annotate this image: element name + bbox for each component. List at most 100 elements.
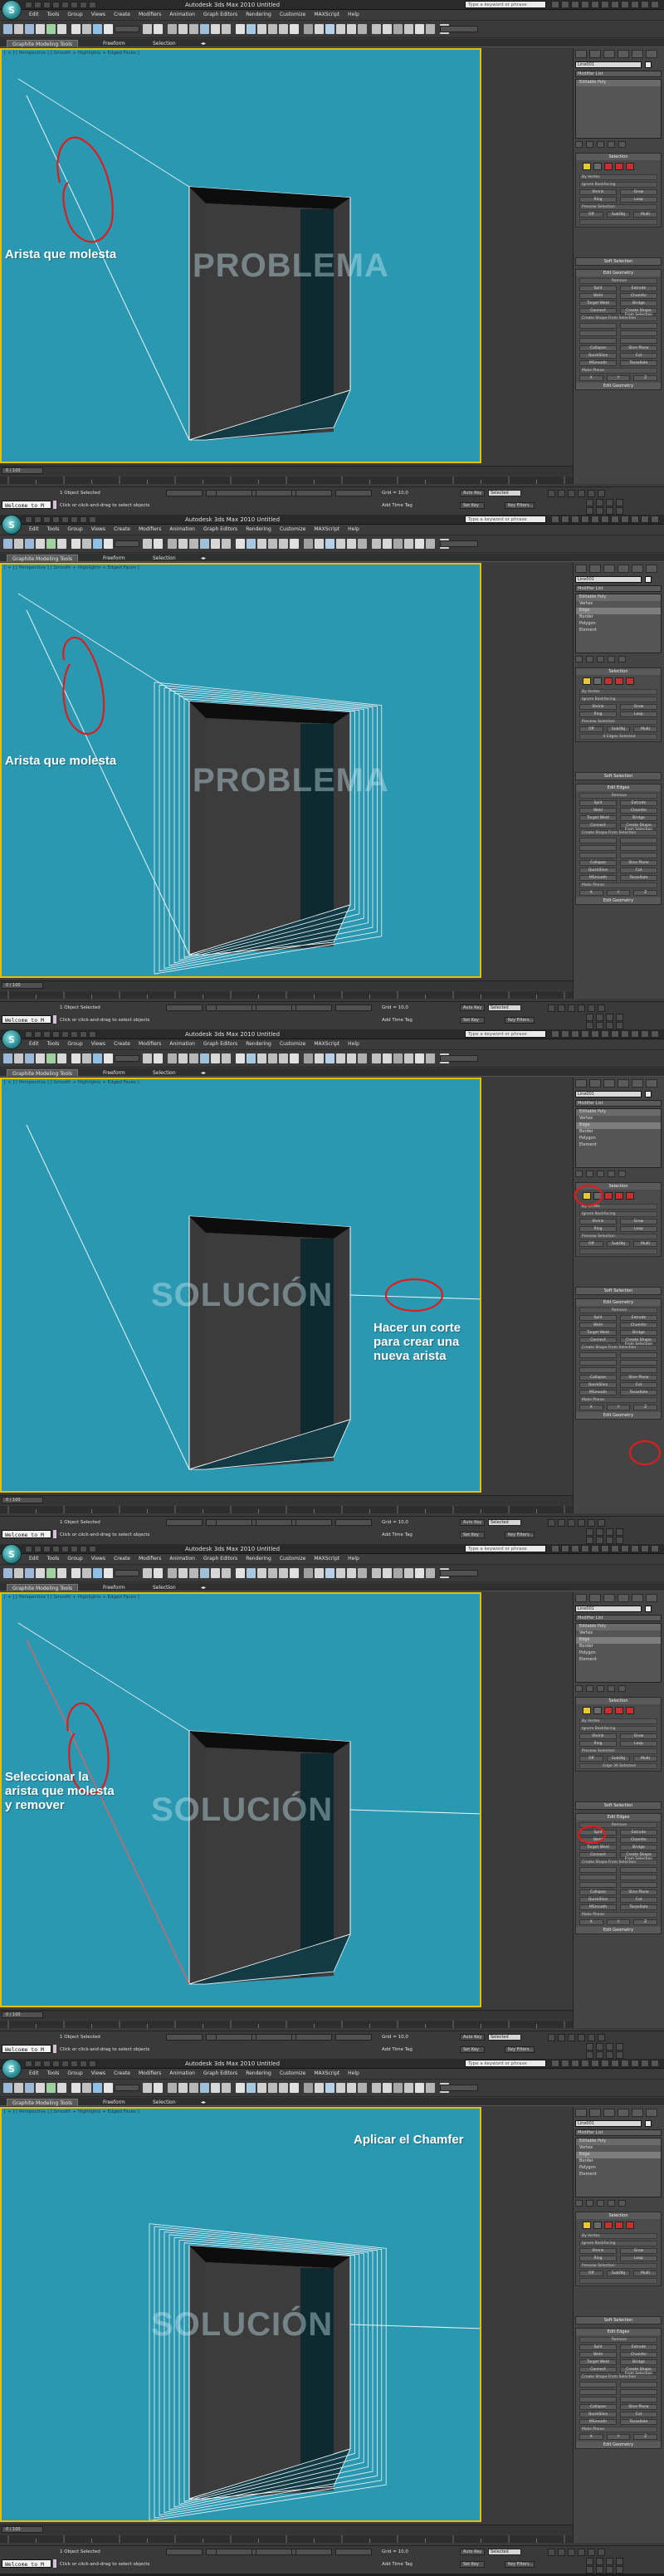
toolbar-icon[interactable] [168,2083,177,2093]
ring-button[interactable]: Ring [579,711,617,717]
viewport-nav-icon[interactable] [606,499,613,506]
edit-button[interactable]: Weld [579,293,617,299]
spinner-field[interactable] [620,845,657,851]
toolbar-icon[interactable] [93,24,102,34]
selection-option[interactable]: Ignore Backfacing [579,697,657,702]
menu-item[interactable]: Customize [276,2069,310,2076]
toolbar-icon[interactable] [82,24,91,34]
stack-tool-icon[interactable] [608,1171,615,1177]
toolbar-icon[interactable] [247,539,256,549]
spinner-field[interactable] [579,845,617,851]
viewport-nav-icon[interactable] [616,2566,623,2574]
toolbar-icon[interactable] [154,1568,163,1578]
playback-icon[interactable] [558,2034,565,2041]
maxscript-listener[interactable]: Welcome to M [2,2045,51,2053]
infocenter-icon[interactable] [611,516,619,523]
stack-tool-icon[interactable] [618,656,626,662]
preview-option[interactable]: SubObj [606,212,631,218]
infocenter-icon[interactable] [561,2060,569,2067]
named-selection-dropdown[interactable] [440,540,478,547]
selection-option[interactable]: Ignore Backfacing [579,2241,657,2246]
menu-item[interactable]: Modifiers [134,525,165,532]
insert-vertex-label[interactable]: Remove [579,1822,657,1828]
edit-button[interactable]: Bridge [620,1845,657,1850]
viewport-nav-icon[interactable] [586,2051,593,2059]
axis-button[interactable]: X [579,375,603,381]
toolbar-icon[interactable] [36,2083,45,2093]
selection-option[interactable]: By Vertex [579,1718,657,1724]
object-name-field[interactable]: Line001 [575,1606,642,1612]
tessellate-button[interactable]: Tessellate [620,875,657,881]
selection-filter-dropdown[interactable] [115,1055,139,1062]
listener-output[interactable] [53,501,56,509]
toolbar-icon[interactable] [426,2083,435,2093]
key-mode-dropdown[interactable]: Selected [488,2034,521,2041]
stack-item[interactable]: Element [576,628,661,634]
menu-item[interactable]: Help [344,2069,364,2076]
auto-key-button[interactable]: Auto Key [460,1004,485,1011]
toolbar-icon[interactable] [189,2083,198,2093]
ribbon-toggle-icon[interactable]: ◂▸ [196,1584,211,1591]
playback-icon[interactable] [578,2034,585,2041]
subobject-icon[interactable] [626,2222,634,2229]
transform-field[interactable] [256,490,292,496]
infocenter-icon[interactable] [621,1,629,8]
object-name-field[interactable]: Line001 [575,2120,642,2127]
axis-button[interactable]: Y [606,1919,631,1925]
menu-item[interactable]: Tools [43,10,64,17]
panel-tab-icon[interactable] [603,1594,615,1602]
toolbar-icon[interactable] [200,1053,209,1063]
panel-tab-icon[interactable] [575,2109,587,2117]
toolbar-icon[interactable] [393,539,403,549]
transform-field[interactable] [166,2549,203,2555]
stack-tool-icon[interactable] [608,141,615,148]
toolbar-icon[interactable] [315,24,324,34]
viewport-nav-icon[interactable] [596,507,603,515]
infocenter-icon[interactable] [551,1030,559,1038]
toolbar-icon[interactable] [36,1053,45,1063]
panel-tab-icon[interactable] [589,50,601,58]
panel-tab-icon[interactable] [632,1079,643,1088]
menu-item[interactable]: Views [87,1039,110,1047]
modifier-list-dropdown[interactable]: Modifier List [575,1100,662,1107]
shrink-button[interactable]: Shrink [579,189,617,195]
named-selection-dropdown[interactable] [440,1570,478,1576]
stack-tool-icon[interactable] [608,2200,615,2207]
insert-vertex-label[interactable]: Remove [579,793,657,799]
axis-button[interactable]: Y [606,375,631,381]
menu-item[interactable]: Edit [25,1039,43,1047]
infocenter-icon[interactable] [641,516,649,523]
slice-plane-button[interactable]: Slice Plane [620,860,657,866]
toolbar-icon[interactable] [14,24,23,34]
infocenter-icon[interactable] [651,1545,659,1552]
transform-field[interactable] [166,1519,203,1526]
rollout-title[interactable]: Edit Geometry [576,1412,661,1419]
toolbar-icon[interactable] [336,24,345,34]
edit-button[interactable]: Target Weld [579,1845,617,1850]
toolbar-icon[interactable] [211,539,220,549]
ribbon-toggle-icon[interactable]: ◂▸ [196,1069,211,1077]
spinner-field[interactable] [579,2397,617,2402]
toolbar-icon[interactable] [426,1568,435,1578]
viewport-nav-icon[interactable] [586,1528,593,1536]
stack-item[interactable]: Polygon [576,2165,661,2172]
toolbar-icon[interactable] [325,24,334,34]
panel-tab-icon[interactable] [603,565,615,573]
stack-tool-icon[interactable] [597,1685,604,1692]
menu-item[interactable]: Create [110,525,134,532]
toolbar-icon[interactable] [104,24,113,34]
toolbar-icon[interactable] [3,1053,12,1063]
panel-tab-icon[interactable] [632,565,643,573]
stack-item[interactable]: Edge [576,1637,661,1644]
panel-tab-icon[interactable] [632,50,643,58]
edit-button[interactable]: Connect [579,2367,617,2373]
toolbar-icon[interactable] [383,24,392,34]
axis-button[interactable]: Z [633,2434,658,2440]
viewport-nav-icon[interactable] [606,2566,613,2574]
toolbar-icon[interactable] [290,1053,299,1063]
toolbar-icon[interactable] [93,1568,102,1578]
toolbar-icon[interactable] [236,24,245,34]
viewport-nav-icon[interactable] [586,1022,593,1029]
stack-tool-icon[interactable] [575,1171,583,1177]
toolbar-icon[interactable] [393,2083,403,2093]
